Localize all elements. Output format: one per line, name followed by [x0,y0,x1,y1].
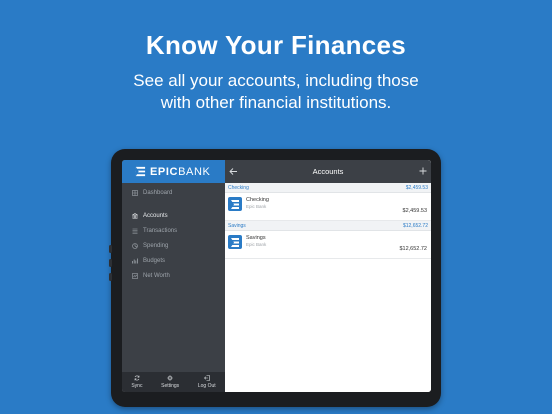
volume-up-button [109,245,112,253]
net-worth-icon [132,273,138,279]
spending-icon [132,243,138,249]
accounts-icon [132,213,138,219]
sync-icon [134,375,140,381]
settings-label: Settings [161,383,180,389]
section-name: Checking [228,184,249,191]
sidebar-item-dashboard[interactable]: Dashboard [132,190,172,196]
page-title: Accounts [312,167,344,176]
section-total: $12,652.72 [402,222,428,229]
section-total: $2,459.53 [405,184,428,191]
sidebar-item-label: Spending [143,243,169,249]
tablet-frame: EPICBANK Dashboard Accounts Transactions… [109,149,441,407]
settings-button[interactable]: Settings [161,375,179,389]
brand-name-light: BANK [178,165,211,178]
logout-label: Log Out [197,383,216,389]
accounts-topbar: Accounts [225,160,431,183]
gear-icon [167,375,173,381]
logout-icon [203,375,210,381]
bank-logo-icon [135,166,146,177]
promo-headline: Know Your Finances [145,30,407,60]
section-header-checking: Checking $2,459.53 [225,183,431,193]
section-name: Savings [228,222,246,229]
sidebar-item-label: Budgets [143,258,166,264]
brand-logo: EPICBANK [122,160,225,183]
account-name: Savings [246,235,266,241]
sidebar-item-label: Net Worth [143,273,170,279]
account-institution: Epic Bank [246,204,267,209]
account-institution: Epic Bank [246,242,267,247]
account-name: Checking [246,197,269,203]
sidebar-item-transactions[interactable]: Transactions [132,228,177,234]
sidebar-item-spending[interactable]: Spending [132,243,168,249]
promo-subline-1: See all your accounts, including those [133,71,419,90]
account-row-savings[interactable]: Savings Epic Bank $12,652.72 [225,231,431,259]
account-balance: $12,652.72 [399,246,427,252]
brand-name: EPICBANK [150,166,210,178]
transactions-icon [132,228,138,234]
sidebar-item-accounts[interactable]: Accounts [132,213,168,219]
add-icon[interactable] [419,167,427,175]
promo-subline-2: with other financial institutions. [160,93,392,112]
sidebar-item-label: Transactions [143,228,178,234]
side-button [109,273,112,281]
volume-down-button [109,259,112,267]
tablet-screen: EPICBANK Dashboard Accounts Transactions… [122,160,431,392]
sidebar-item-budgets[interactable]: Budgets [132,258,165,264]
back-arrow-icon[interactable] [229,167,238,176]
brand-name-bold: EPIC [150,165,179,178]
sidebar: EPICBANK Dashboard Accounts Transactions… [122,160,225,392]
bank-logo-icon [228,235,242,249]
sidebar-item-label: Dashboard [143,190,173,196]
sync-label: Sync [131,383,143,389]
budgets-icon [132,258,138,264]
sidebar-item-net-worth[interactable]: Net Worth [132,273,170,279]
sidebar-footer: Sync Settings Log Out [122,372,225,392]
bank-logo-icon [228,197,242,211]
section-header-savings: Savings $12,652.72 [225,221,431,231]
logout-button[interactable]: Log Out [198,375,216,389]
account-row-checking[interactable]: Checking Epic Bank $2,459.53 [225,193,431,221]
account-balance: $2,459.53 [402,208,427,214]
sync-button[interactable]: Sync [131,375,142,389]
sidebar-item-label: Accounts [143,213,168,219]
dashboard-icon [132,190,138,196]
accounts-panel: Accounts Checking $2,459.53 Checking Epi… [225,160,431,392]
